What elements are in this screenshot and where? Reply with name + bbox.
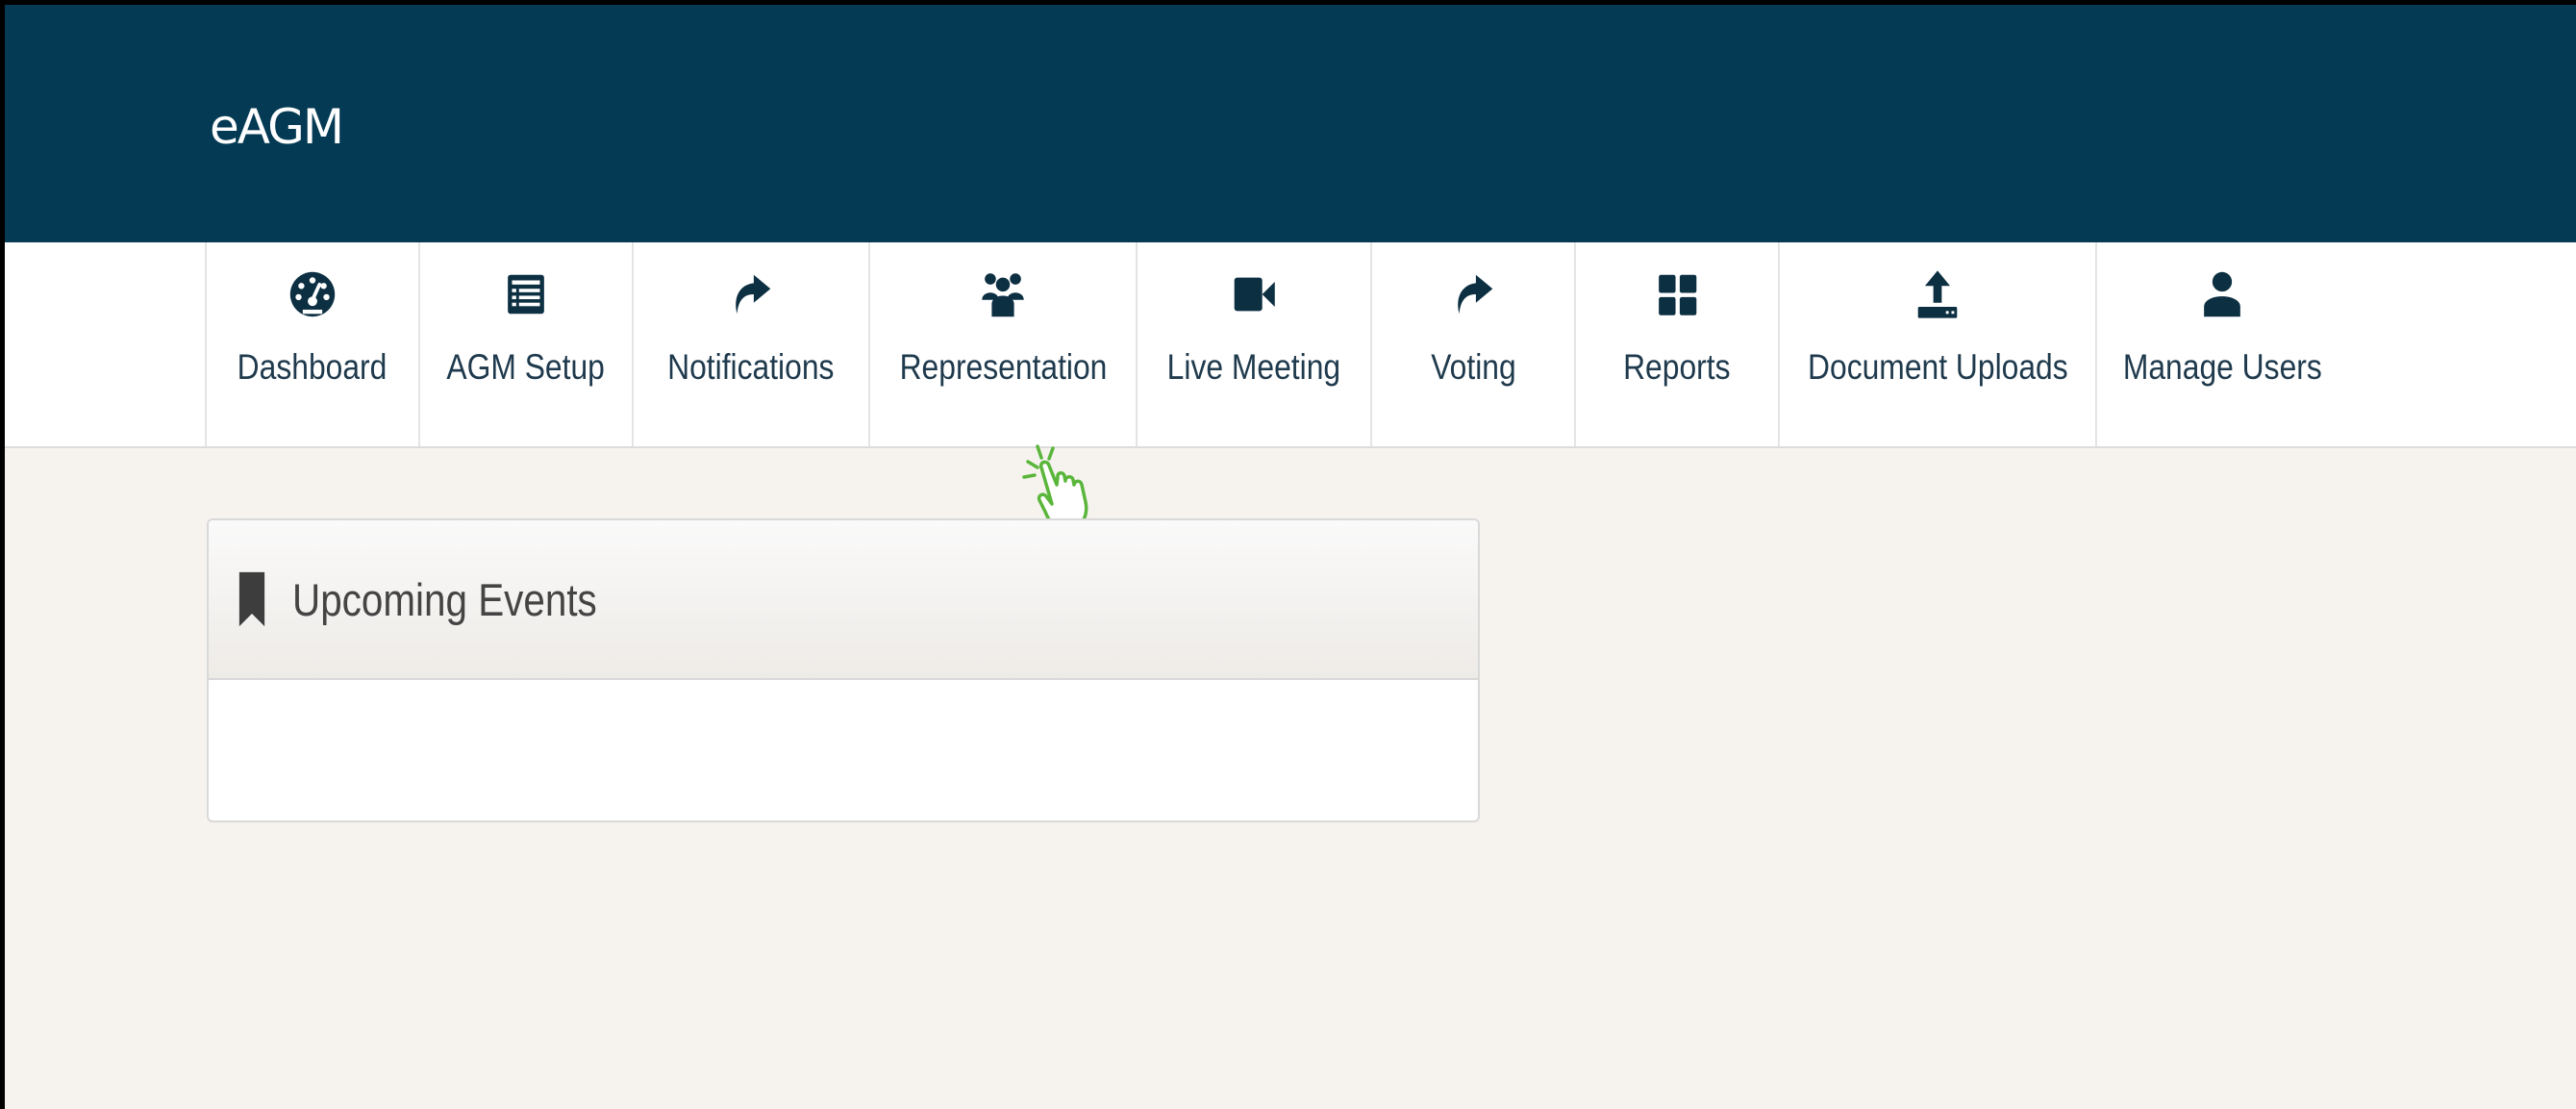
nav-item-representation[interactable]: Representation — [868, 242, 1136, 446]
panel-body — [209, 680, 1478, 820]
user-icon — [2194, 266, 2250, 322]
nav-item-notifications[interactable]: Notifications — [632, 242, 868, 446]
nav-label: Voting — [1430, 347, 1516, 387]
dashboard-gauge-icon — [285, 266, 340, 322]
panel-header: Upcoming Events — [209, 520, 1478, 680]
upload-icon — [1910, 266, 1965, 322]
nav-label: Dashboard — [238, 347, 388, 387]
video-camera-icon — [1226, 266, 1282, 322]
nav-label: Document Uploads — [1807, 347, 2068, 387]
upcoming-events-panel: Upcoming Events — [207, 518, 1480, 822]
main-nav-bar: Dashboard AGM Setup Notifications Repres… — [5, 242, 2576, 448]
grid-tiles-icon — [1649, 266, 1705, 322]
nav-item-dashboard[interactable]: Dashboard — [205, 242, 418, 446]
nav-label: Live Meeting — [1166, 347, 1341, 387]
bookmark-icon — [238, 571, 265, 627]
nav-item-document-uploads[interactable]: Document Uploads — [1778, 242, 2095, 446]
nav-item-live-meeting[interactable]: Live Meeting — [1136, 242, 1370, 446]
nav-item-reports[interactable]: Reports — [1574, 242, 1778, 446]
nav-item-agm-setup[interactable]: AGM Setup — [418, 242, 632, 446]
panel-title: Upcoming Events — [292, 573, 597, 625]
nav-item-voting[interactable]: Voting — [1370, 242, 1574, 446]
list-document-icon — [498, 266, 554, 322]
nav-label: Representation — [899, 347, 1107, 387]
share-arrow-icon — [1445, 266, 1501, 322]
nav-label: Notifications — [667, 347, 835, 387]
nav-label: AGM Setup — [446, 347, 606, 387]
group-users-icon — [975, 266, 1031, 322]
brand-logo[interactable]: eAGM — [210, 99, 344, 155]
nav-label: Manage Users — [2122, 347, 2322, 387]
share-arrow-icon — [723, 266, 779, 322]
nav-label: Reports — [1623, 347, 1731, 387]
nav-item-manage-users[interactable]: Manage Users — [2095, 242, 2347, 446]
app-window: eAGM Dashboard AGM Setup Notifications R… — [5, 5, 2576, 1109]
top-header-bar: eAGM — [5, 5, 2576, 242]
